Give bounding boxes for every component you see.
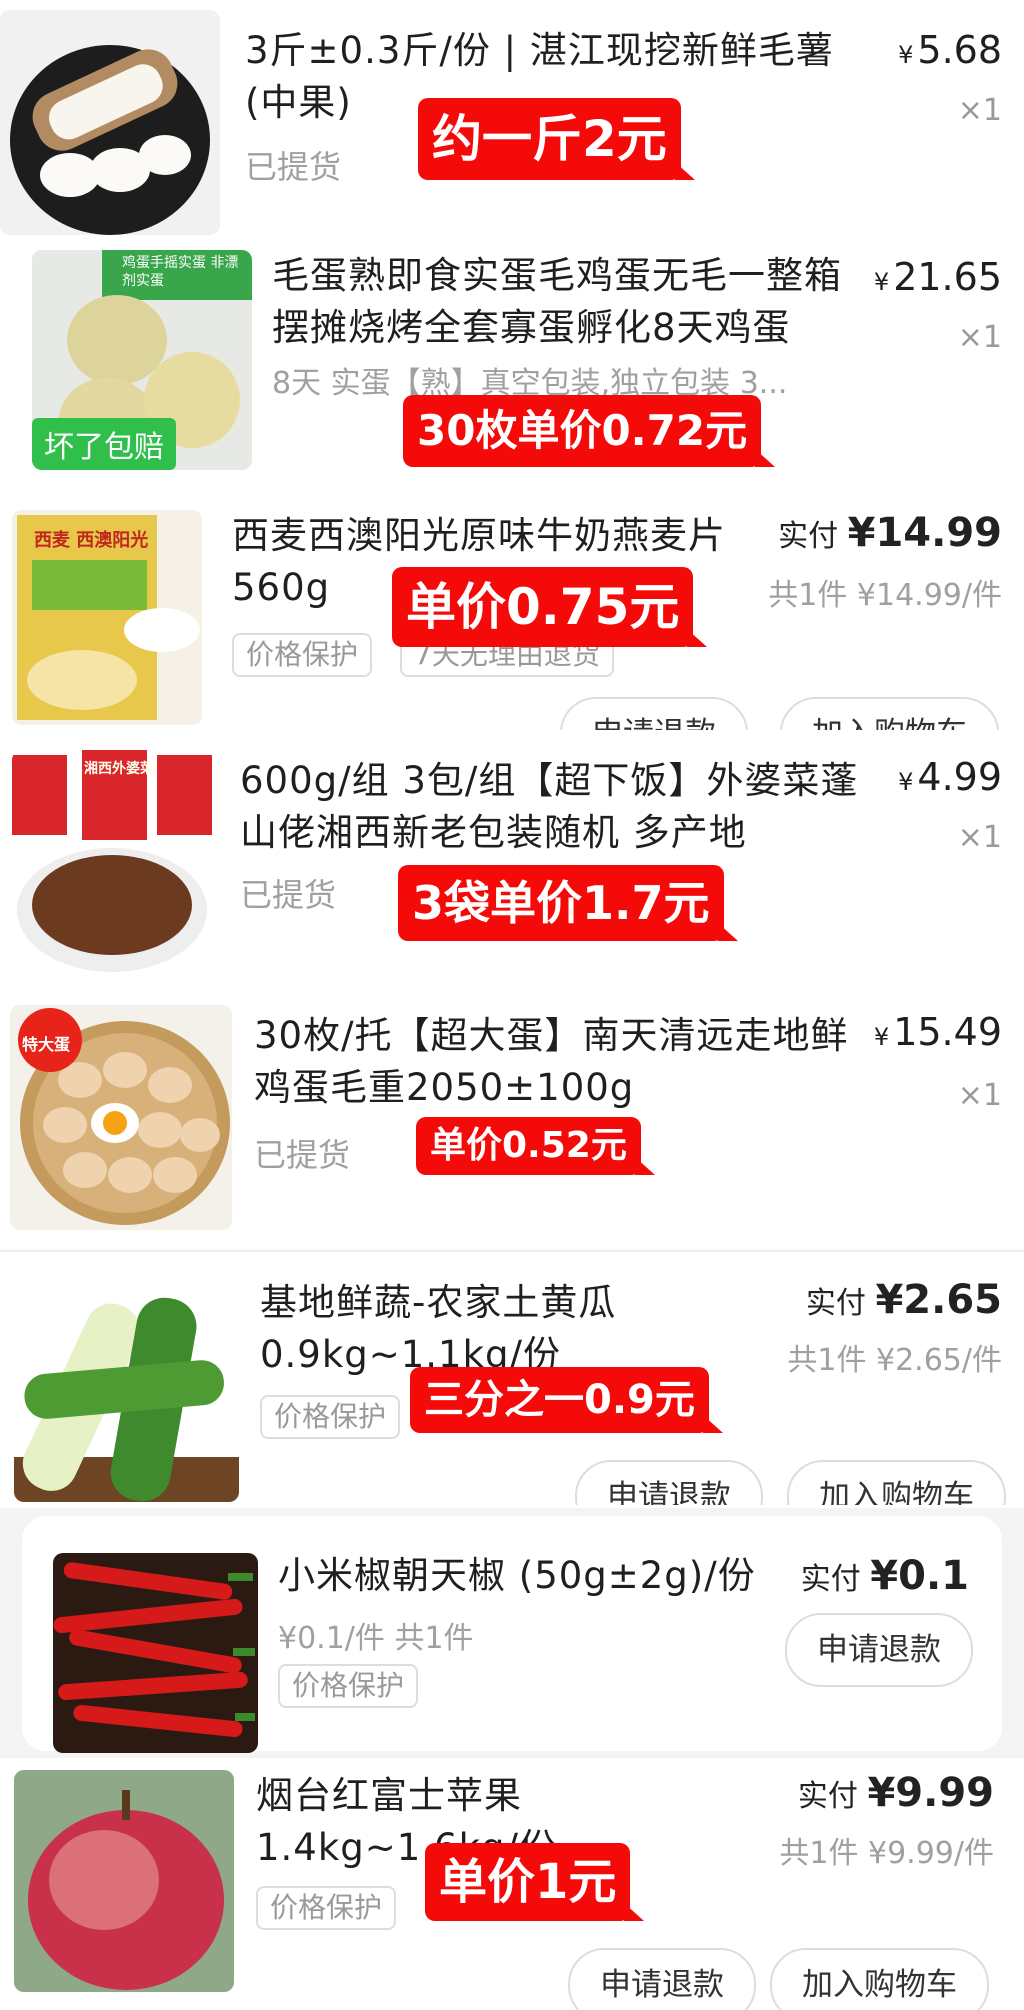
product-image-yam[interactable] (0, 10, 220, 235)
product-title[interactable]: 小米椒朝天椒 (50g±2g)/份 (278, 1550, 758, 1602)
paid-amount: 实付 ¥9.99 (797, 1770, 994, 1816)
refund-button[interactable]: 申请退款 (785, 1613, 973, 1687)
big-egg-badge: 特大蛋 (22, 1035, 71, 1054)
order-item-oats[interactable]: 西麦 西澳阳光 西麦西澳阳光原味牛奶燕麦片 560g 实付 ¥14.99 共1件… (0, 485, 1024, 730)
order-item-hairy-egg[interactable]: 鸡蛋手摇实蛋 非漂剂实蛋 坏了包赔 毛蛋熟即食实蛋毛鸡蛋无毛一整箱摆摊烧烤全套寡… (0, 240, 1024, 485)
guarantee-badge: 坏了包赔 (32, 418, 176, 470)
product-price: ¥21.65 (873, 255, 1002, 299)
unit-price-left: ¥0.1/件 共1件 (278, 1621, 474, 1656)
annotation-note: 单价0.75元 (392, 567, 708, 647)
tag-price-protection: 价格保护 (278, 1664, 419, 1708)
product-quantity: ×1 (957, 1078, 1002, 1113)
product-price: ¥5.68 (898, 28, 1002, 72)
product-quantity: ×1 (957, 820, 1002, 855)
product-image-hairy-egg[interactable]: 鸡蛋手摇实蛋 非漂剂实蛋 坏了包赔 (32, 250, 252, 470)
annotation-note: 单价0.52元 (416, 1117, 655, 1175)
product-image-apple[interactable] (14, 1770, 234, 1992)
product-image-eggs[interactable]: 特大蛋 (10, 1005, 232, 1230)
unit-price: 共1件 ¥9.99/件 (779, 1836, 994, 1871)
product-title[interactable]: 基地鲜蔬-农家土黄瓜 0.9kg~1.1kg/份 (260, 1277, 760, 1381)
order-item-yam[interactable]: 3斤±0.3斤/份 | 湛江现挖新鲜毛薯(中果) 已提货 ¥5.68 ×1 约一… (0, 0, 1024, 240)
order-status: 已提货 (254, 1136, 351, 1174)
product-title[interactable]: 30枚/托【超大蛋】南天清远走地鲜鸡蛋毛重2050±100g (254, 1010, 874, 1114)
refund-button[interactable]: 申请退款 (575, 1460, 763, 1505)
annotation-note: 三分之一0.9元 (410, 1367, 723, 1433)
order-item-chili[interactable]: 小米椒朝天椒 (50g±2g)/份 ¥0.1/件 共1件 价格保护 实付 ¥0.… (0, 1508, 1024, 1758)
thumb-caption: 西麦 西澳阳光 (34, 530, 149, 551)
product-title[interactable]: 600g/组 3包/组【超下饭】外婆菜蓬山佬湘西新老包装随机 多产地 (240, 755, 880, 859)
order-item-waipocai[interactable]: 湘西外婆菜 600g/组 3包/组【超下饭】外婆菜蓬山佬湘西新老包装随机 多产地… (0, 740, 1024, 985)
unit-price: 共1件 ¥14.99/件 (768, 578, 1002, 613)
divider (0, 1250, 1024, 1252)
order-item-eggs[interactable]: 特大蛋 30枚/托【超大蛋】南天清远走地鲜鸡蛋毛重2050±100g 已提货 ¥… (0, 995, 1024, 1245)
product-image-waipocai[interactable]: 湘西外婆菜 (12, 750, 217, 975)
tag-price-protection: 价格保护 (256, 1886, 397, 1930)
paid-amount: 实付 ¥0.1 (800, 1553, 969, 1599)
add-to-cart-button[interactable]: 加入购物车 (770, 1948, 989, 2010)
annotation-note: 3袋单价1.7元 (398, 865, 737, 941)
refund-button[interactable]: 申请退款 (568, 1948, 756, 2010)
product-image-cucumber[interactable] (14, 1277, 239, 1502)
product-quantity: ×1 (957, 93, 1002, 128)
product-image-oats[interactable]: 西麦 西澳阳光 (12, 510, 202, 725)
refund-button[interactable]: 申请退款 (560, 697, 748, 730)
annotation-note: 单价1元 (425, 1843, 645, 1921)
product-price: ¥4.99 (898, 755, 1002, 799)
order-status: 已提货 (240, 876, 337, 914)
thumb-caption: 鸡蛋手摇实蛋 非漂剂实蛋 (122, 255, 239, 289)
product-title[interactable]: 毛蛋熟即食实蛋毛鸡蛋无毛一整箱摆摊烧烤全套寡蛋孵化8天鸡蛋 (272, 250, 872, 354)
add-to-cart-button[interactable]: 加入购物车 (780, 697, 999, 730)
order-status: 已提货 (245, 148, 342, 186)
product-image-chili[interactable] (53, 1553, 258, 1753)
paid-amount: 实付 ¥14.99 (778, 510, 1002, 556)
tag-price-protection: 价格保护 (260, 1395, 401, 1439)
annotation-note: 30枚单价0.72元 (403, 395, 776, 467)
paid-amount: 实付 ¥2.65 (805, 1277, 1002, 1323)
annotation-note: 约一斤2元 (418, 98, 695, 180)
order-item-cucumber[interactable]: 基地鲜蔬-农家土黄瓜 0.9kg~1.1kg/份 实付 ¥2.65 共1件 ¥2… (0, 1255, 1024, 1505)
order-item-apple[interactable]: 烟台红富士苹果 1.4kg~1.6kg/份 实付 ¥9.99 共1件 ¥9.99… (0, 1758, 1024, 2010)
unit-price: 共1件 ¥2.65/件 (787, 1343, 1002, 1378)
product-quantity: ×1 (957, 320, 1002, 355)
add-to-cart-button[interactable]: 加入购物车 (787, 1460, 1006, 1505)
product-price: ¥15.49 (873, 1010, 1002, 1054)
thumb-caption: 湘西外婆菜 (84, 761, 154, 777)
tag-price-protection: 价格保护 (232, 633, 373, 677)
